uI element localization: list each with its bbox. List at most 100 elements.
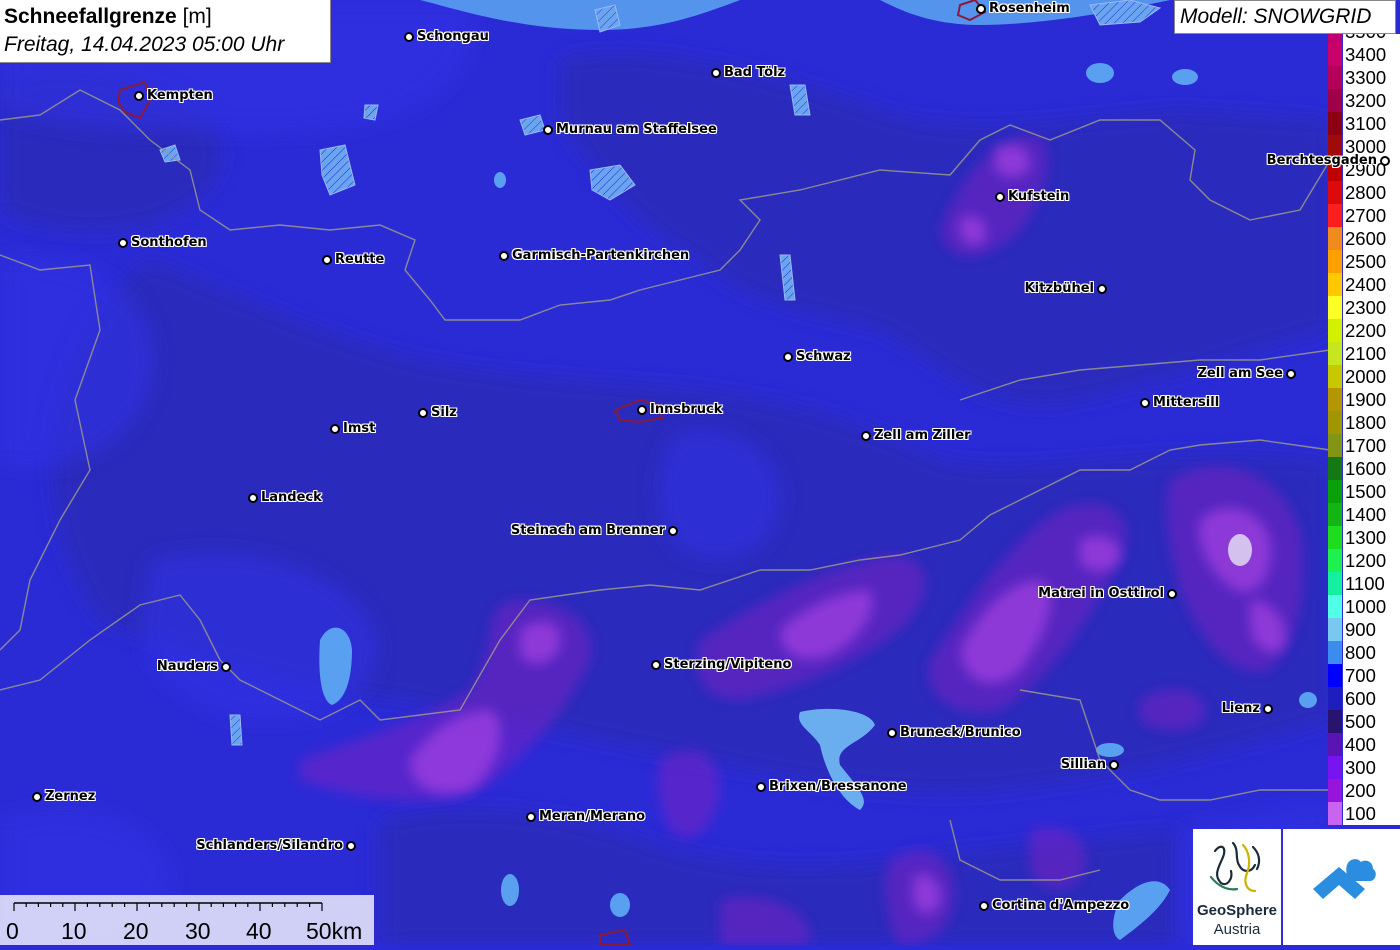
legend-label: 1500 — [1343, 480, 1400, 503]
legend-item: 900 — [1328, 618, 1400, 641]
map-title-box: Schneefallgrenze [m] Freitag, 14.04.2023… — [0, 0, 331, 63]
legend-label: 2000 — [1343, 365, 1400, 388]
legend-swatch — [1328, 434, 1342, 457]
legend-label: 3100 — [1343, 112, 1400, 135]
city-marker[interactable] — [637, 405, 647, 415]
snowgrid-logo — [1283, 829, 1400, 945]
legend-label: 1600 — [1343, 457, 1400, 480]
city-label: Sterzing/Vipiteno — [664, 657, 792, 672]
city-marker[interactable] — [118, 238, 128, 248]
legend-label: 3200 — [1343, 89, 1400, 112]
legend-swatch — [1328, 526, 1342, 549]
city-label: Bruneck/Brunico — [900, 725, 1021, 740]
city-marker[interactable] — [404, 32, 414, 42]
legend-item: 500 — [1328, 710, 1400, 733]
scale-label: 0 — [6, 918, 19, 944]
legend-swatch — [1328, 480, 1342, 503]
city-marker[interactable] — [668, 526, 678, 536]
legend-swatch — [1328, 457, 1342, 480]
city-label: Kitzbühel — [1024, 281, 1094, 296]
legend-swatch — [1328, 227, 1342, 250]
legend-item: 2800 — [1328, 181, 1400, 204]
legend-label: 3300 — [1343, 66, 1400, 89]
city-label: Schongau — [417, 29, 489, 44]
legend-swatch — [1328, 733, 1342, 756]
legend-swatch — [1328, 89, 1342, 112]
legend-item: 1400 — [1328, 503, 1400, 526]
legend-swatch — [1328, 756, 1342, 779]
city-label: Sillian — [1060, 757, 1106, 772]
city-marker[interactable] — [1286, 369, 1296, 379]
city-marker[interactable] — [32, 792, 42, 802]
city-marker[interactable] — [221, 662, 231, 672]
city-label: Sonthofen — [131, 235, 207, 250]
city-marker[interactable] — [651, 660, 661, 670]
city-marker[interactable] — [976, 4, 986, 14]
city-label: Zernez — [45, 789, 96, 804]
city-marker[interactable] — [543, 125, 553, 135]
legend-swatch — [1328, 250, 1342, 273]
legend-label: 600 — [1343, 687, 1400, 710]
city-marker[interactable] — [499, 251, 509, 261]
legend-item: 2600 — [1328, 227, 1400, 250]
legend-swatch — [1328, 66, 1342, 89]
legend-item: 1000 — [1328, 595, 1400, 618]
legend-item: 3300 — [1328, 66, 1400, 89]
city-marker[interactable] — [134, 91, 144, 101]
legend-swatch — [1328, 595, 1342, 618]
legend-swatch — [1328, 319, 1342, 342]
legend-item: 2700 — [1328, 204, 1400, 227]
legend-item: 400 — [1328, 733, 1400, 756]
legend-label: 1900 — [1343, 388, 1400, 411]
city-marker[interactable] — [1263, 704, 1273, 714]
legend-label: 2400 — [1343, 273, 1400, 296]
city-marker[interactable] — [1167, 589, 1177, 599]
legend-item: 3500 — [1328, 34, 1400, 43]
legend-label: 2600 — [1343, 227, 1400, 250]
city-marker[interactable] — [248, 493, 258, 503]
geosphere-country: Austria — [1213, 921, 1261, 938]
geosphere-name: GeoSphere — [1196, 902, 1278, 919]
city-marker[interactable] — [711, 68, 721, 78]
legend-item: 100 — [1328, 802, 1400, 825]
legend-label: 1300 — [1343, 526, 1400, 549]
city-marker[interactable] — [1097, 284, 1107, 294]
city-marker[interactable] — [979, 901, 989, 911]
legend-item: 3200 — [1328, 89, 1400, 112]
city-label: Zell am See — [1197, 366, 1283, 381]
legend-swatch — [1328, 43, 1342, 66]
city-marker[interactable] — [346, 841, 356, 851]
city-marker[interactable] — [322, 255, 332, 265]
legend-swatch — [1328, 549, 1342, 572]
legend-label: 2300 — [1343, 296, 1400, 319]
city-marker[interactable] — [887, 728, 897, 738]
legend-item: 2100 — [1328, 342, 1400, 365]
city-label: Garmisch-Partenkirchen — [512, 248, 690, 263]
city-marker[interactable] — [1140, 398, 1150, 408]
city-label: Schlanders/Silandro — [196, 838, 343, 853]
city-marker[interactable] — [783, 352, 793, 362]
legend-label: 500 — [1343, 710, 1400, 733]
legend-swatch — [1328, 273, 1342, 296]
city-marker[interactable] — [861, 431, 871, 441]
legend-swatch — [1328, 296, 1342, 319]
legend-label: 1800 — [1343, 411, 1400, 434]
snowfall-map[interactable] — [0, 0, 1400, 945]
city-marker[interactable] — [995, 192, 1005, 202]
city-label: Brixen/Bressanone — [769, 779, 907, 794]
city-marker[interactable] — [526, 812, 536, 822]
legend-label: 100 — [1343, 802, 1400, 825]
map-datetime: Freitag, 14.04.2023 05:00 Uhr — [4, 33, 285, 56]
legend-item: 1900 — [1328, 388, 1400, 411]
city-marker[interactable] — [756, 782, 766, 792]
legend-item: 600 — [1328, 687, 1400, 710]
city-marker[interactable] — [1109, 760, 1119, 770]
city-marker[interactable] — [1380, 156, 1390, 166]
city-label: Landeck — [261, 490, 322, 505]
legend-swatch — [1328, 411, 1342, 434]
map-title: Schneefallgrenze [m] — [4, 5, 212, 28]
city-marker[interactable] — [330, 424, 340, 434]
legend-swatch — [1328, 664, 1342, 687]
legend-item: 700 — [1328, 664, 1400, 687]
city-marker[interactable] — [418, 408, 428, 418]
